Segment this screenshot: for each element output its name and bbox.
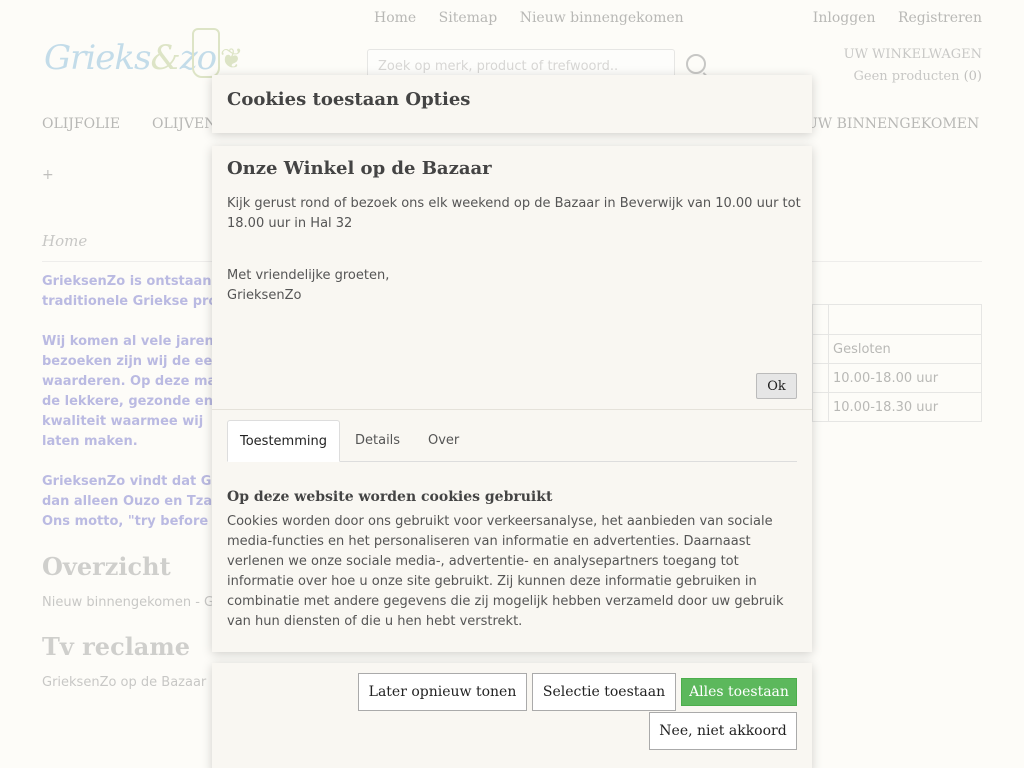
nav-item-olijven[interactable]: OLIJVEN bbox=[152, 116, 217, 132]
top-link-new[interactable]: Nieuw binnengekomen bbox=[520, 10, 684, 26]
breadcrumb[interactable]: Home bbox=[42, 232, 87, 250]
cart-summary[interactable]: UW WINKELWAGEN Geen producten (0) bbox=[844, 44, 982, 88]
cookie-modal-footer: Later opnieuw tonen Selectie toestaan Al… bbox=[212, 663, 812, 768]
login-link[interactable]: Inloggen bbox=[813, 10, 876, 26]
cookie-text: Cookies worden door ons gebruikt voor ve… bbox=[227, 514, 784, 629]
message-title: Onze Winkel op de Bazaar bbox=[227, 158, 492, 179]
show-later-button[interactable]: Later opnieuw tonen bbox=[358, 673, 527, 711]
top-link-sitemap[interactable]: Sitemap bbox=[439, 10, 498, 26]
decline-button[interactable]: Nee, niet akkoord bbox=[649, 712, 797, 750]
top-links: Home Sitemap Nieuw binnengekomen bbox=[374, 10, 702, 26]
overview-text[interactable]: Nieuw binnengekomen - G bbox=[42, 595, 214, 610]
message-text: Kijk gerust rond of bezoek ons elk weeke… bbox=[227, 196, 801, 303]
search-icon[interactable] bbox=[686, 54, 706, 74]
cart-count: (0) bbox=[963, 69, 982, 84]
account-links: Inloggen Registreren bbox=[795, 10, 982, 26]
table-row: 10.00-18.30 uur bbox=[813, 392, 981, 421]
intro-text: GrieksenZo is ontstaan traditionele Griek… bbox=[42, 274, 218, 529]
divider bbox=[212, 409, 812, 410]
register-link[interactable]: Registreren bbox=[898, 10, 982, 26]
table-row: 10.00-18.00 uur bbox=[813, 363, 981, 392]
allow-all-button[interactable]: Alles toestaan bbox=[681, 678, 797, 706]
logo-text: Grieks&zo bbox=[44, 38, 217, 78]
olive-branch-icon: ❦ bbox=[220, 42, 244, 75]
cookie-title: Op deze website worden cookies gebruikt bbox=[227, 489, 553, 505]
table-row bbox=[813, 305, 981, 334]
cart-status: Geen producten bbox=[853, 69, 960, 84]
tv-title: Tv reclame bbox=[42, 632, 191, 661]
opening-hours-table: Gesloten 10.00-18.00 uur 10.00-18.30 uur bbox=[812, 304, 982, 422]
modal-title: Cookies toestaan Opties bbox=[227, 89, 471, 110]
nav-item-olijfolie[interactable]: OLIJFOLIE bbox=[42, 116, 120, 132]
allow-selection-button[interactable]: Selectie toestaan bbox=[532, 673, 676, 711]
overview-title: Overzicht bbox=[42, 552, 171, 581]
top-link-home[interactable]: Home bbox=[374, 10, 416, 26]
ok-button[interactable]: Ok bbox=[756, 373, 797, 399]
nav-item-new[interactable]: UW BINNENGEKOMEN bbox=[806, 116, 979, 132]
tab-details[interactable]: Details bbox=[343, 420, 412, 462]
cookie-modal-body: Onze Winkel op de Bazaar Kijk gerust ron… bbox=[212, 146, 812, 652]
cart-title: UW WINKELWAGEN bbox=[843, 47, 982, 62]
nav-more-toggle[interactable]: + bbox=[42, 167, 54, 183]
tv-text[interactable]: GrieksenZo op de Bazaar bbox=[42, 675, 206, 690]
tab-over[interactable]: Over bbox=[416, 420, 471, 462]
table-row: Gesloten bbox=[813, 334, 981, 363]
cookie-modal-header: Cookies toestaan Opties bbox=[212, 75, 812, 133]
jar-icon bbox=[192, 28, 220, 78]
tab-toestemming[interactable]: Toestemming bbox=[227, 420, 340, 462]
consent-tabs: Toestemming Details Over bbox=[227, 420, 797, 462]
